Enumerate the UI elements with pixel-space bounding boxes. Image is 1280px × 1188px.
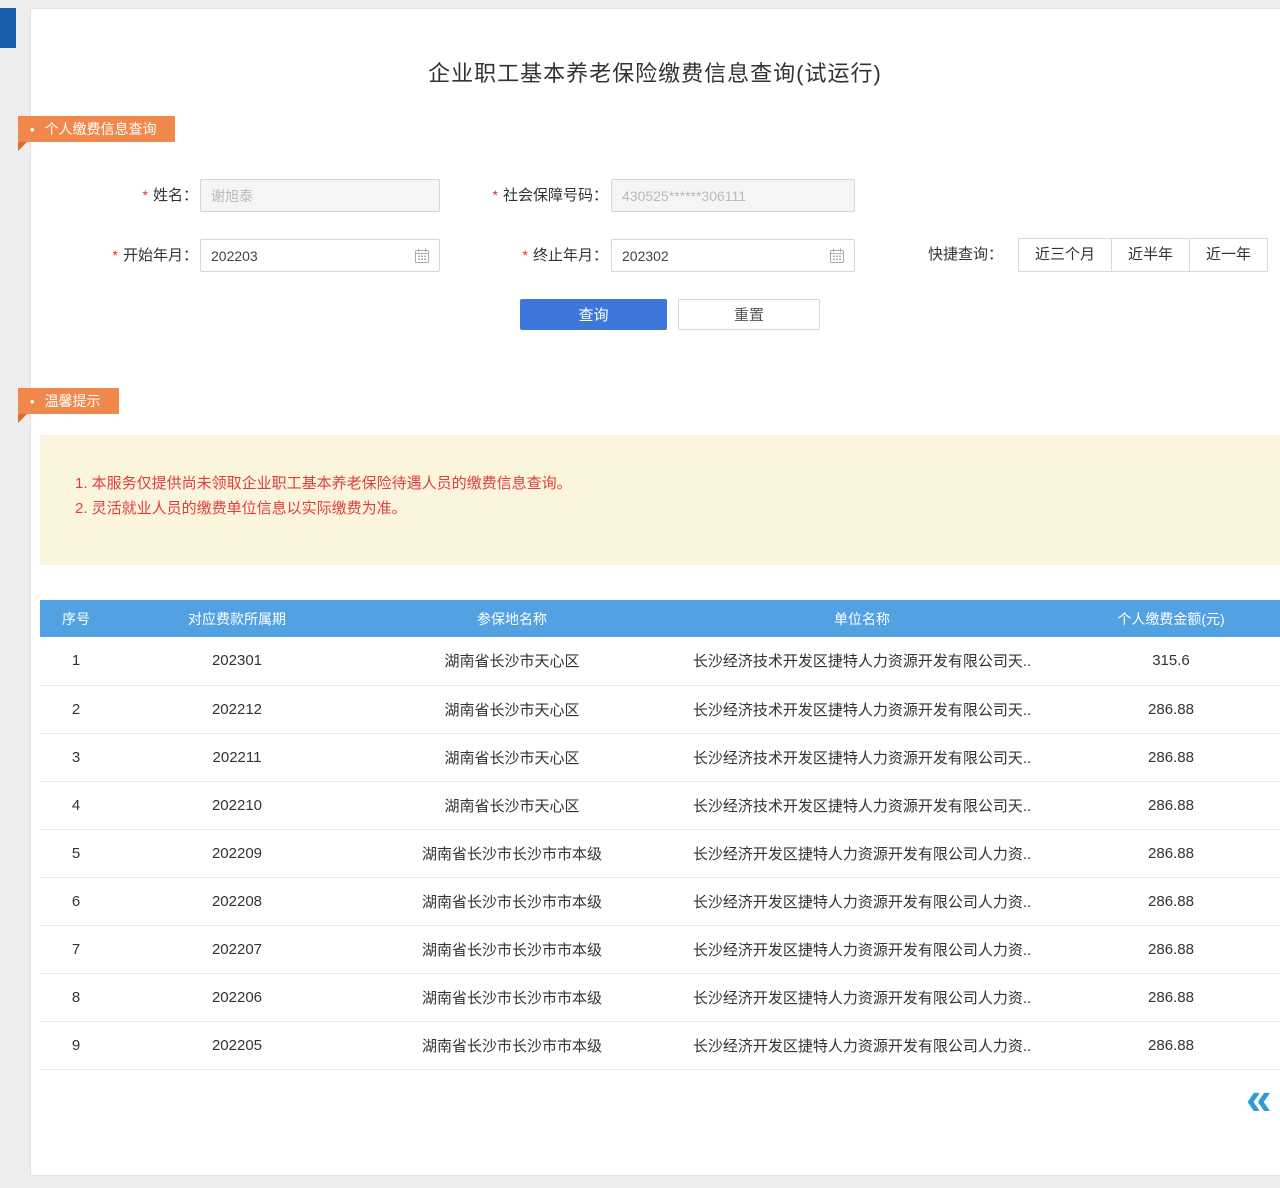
cell-company: 长沙经济开发区捷特人力资源开发有限公司人力资.. [662, 877, 1062, 925]
cell-company: 长沙经济技术开发区捷特人力资源开发有限公司天.. [662, 733, 1062, 781]
calendar-icon[interactable] [414, 248, 430, 264]
end-month-field[interactable] [611, 239, 855, 272]
cell-insured-area: 湖南省长沙市天心区 [362, 781, 662, 829]
table-row: 7202207湖南省长沙市长沙市市本级长沙经济开发区捷特人力资源开发有限公司人力… [40, 925, 1280, 973]
start-month-label: *开始年月： [60, 239, 198, 272]
cell-period: 202206 [112, 973, 362, 1021]
notice-line-2: 2. 灵活就业人员的缴费单位信息以实际缴费为准。 [75, 496, 1280, 521]
section-badge-tips: • 温馨提示 [18, 388, 119, 414]
cell-company: 长沙经济开发区捷特人力资源开发有限公司人力资.. [662, 973, 1062, 1021]
cell-company: 长沙经济技术开发区捷特人力资源开发有限公司天.. [662, 637, 1062, 685]
cell-insured-area: 湖南省长沙市天心区 [362, 637, 662, 685]
cell-period: 202301 [112, 637, 362, 685]
quick-query-last-3-months-button[interactable]: 近三个月 [1018, 238, 1112, 272]
cell-seq: 8 [40, 973, 112, 1021]
cell-amount: 286.88 [1062, 877, 1280, 925]
header-period: 对应费款所属期 [112, 600, 362, 637]
cell-seq: 6 [40, 877, 112, 925]
required-asterisk: * [523, 247, 528, 263]
payment-records-table: 序号 对应费款所属期 参保地名称 单位名称 个人缴费金额(元) 1202301湖… [40, 600, 1280, 1070]
cell-insured-area: 湖南省长沙市天心区 [362, 733, 662, 781]
required-asterisk: * [143, 187, 148, 203]
table-row: 4202210湖南省长沙市天心区长沙经济技术开发区捷特人力资源开发有限公司天..… [40, 781, 1280, 829]
cell-seq: 7 [40, 925, 112, 973]
table-header: 序号 对应费款所属期 参保地名称 单位名称 个人缴费金额(元) [40, 600, 1280, 637]
quick-query-last-year-button[interactable]: 近一年 [1189, 238, 1268, 272]
section-badge-label: 温馨提示 [45, 393, 101, 409]
quick-query-label: 快捷查询： [928, 238, 1003, 272]
table-row: 6202208湖南省长沙市长沙市市本级长沙经济开发区捷特人力资源开发有限公司人力… [40, 877, 1280, 925]
collapse-chevron-icon[interactable]: « [1246, 1075, 1272, 1121]
badge-fold-decoration [18, 414, 27, 423]
cell-seq: 9 [40, 1021, 112, 1069]
cell-insured-area: 湖南省长沙市长沙市市本级 [362, 877, 662, 925]
cell-company: 长沙经济技术开发区捷特人力资源开发有限公司天.. [662, 781, 1062, 829]
ssn-field [611, 179, 855, 212]
calendar-icon[interactable] [829, 248, 845, 264]
cell-company: 长沙经济开发区捷特人力资源开发有限公司人力资.. [662, 1021, 1062, 1069]
cell-period: 202212 [112, 685, 362, 733]
start-month-field[interactable] [200, 239, 440, 272]
cell-period: 202210 [112, 781, 362, 829]
table-row: 1202301湖南省长沙市天心区长沙经济技术开发区捷特人力资源开发有限公司天..… [40, 637, 1280, 685]
cell-amount: 286.88 [1062, 685, 1280, 733]
cell-seq: 3 [40, 733, 112, 781]
cell-company: 长沙经济开发区捷特人力资源开发有限公司人力资.. [662, 829, 1062, 877]
cell-seq: 4 [40, 781, 112, 829]
name-field [200, 179, 440, 212]
name-label: *姓名： [60, 179, 198, 212]
cell-period: 202205 [112, 1021, 362, 1069]
cell-insured-area: 湖南省长沙市长沙市市本级 [362, 1021, 662, 1069]
table-body: 1202301湖南省长沙市天心区长沙经济技术开发区捷特人力资源开发有限公司天..… [40, 637, 1280, 1069]
table-row: 2202212湖南省长沙市天心区长沙经济技术开发区捷特人力资源开发有限公司天..… [40, 685, 1280, 733]
query-button[interactable]: 查询 [520, 299, 667, 330]
cell-insured-area: 湖南省长沙市长沙市市本级 [362, 973, 662, 1021]
table-row: 8202206湖南省长沙市长沙市市本级长沙经济开发区捷特人力资源开发有限公司人力… [40, 973, 1280, 1021]
page-title: 企业职工基本养老保险缴费信息查询(试运行) [30, 56, 1280, 88]
quick-query-group: 近三个月 近半年 近一年 [1018, 238, 1268, 272]
cell-period: 202209 [112, 829, 362, 877]
header-company: 单位名称 [662, 600, 1062, 637]
cell-seq: 1 [40, 637, 112, 685]
cell-period: 202207 [112, 925, 362, 973]
header-insured-area: 参保地名称 [362, 600, 662, 637]
cell-amount: 286.88 [1062, 973, 1280, 1021]
cell-insured-area: 湖南省长沙市长沙市市本级 [362, 925, 662, 973]
ssn-label: *社会保障号码： [448, 179, 608, 212]
cell-amount: 286.88 [1062, 781, 1280, 829]
end-month-label: *终止年月： [448, 239, 608, 272]
table-row: 9202205湖南省长沙市长沙市市本级长沙经济开发区捷特人力资源开发有限公司人力… [40, 1021, 1280, 1069]
section-badge-personal-payment-query: • 个人缴费信息查询 [18, 116, 175, 142]
section-badge-label: 个人缴费信息查询 [45, 121, 157, 137]
cell-seq: 5 [40, 829, 112, 877]
notice-box: 1. 本服务仅提供尚未领取企业职工基本养老保险待遇人员的缴费信息查询。 2. 灵… [40, 435, 1280, 565]
header-amount: 个人缴费金额(元) [1062, 600, 1280, 637]
reset-button[interactable]: 重置 [678, 299, 820, 330]
cell-company: 长沙经济开发区捷特人力资源开发有限公司人力资.. [662, 925, 1062, 973]
cell-seq: 2 [40, 685, 112, 733]
cell-period: 202208 [112, 877, 362, 925]
bullet-icon: • [30, 394, 35, 409]
table-row: 5202209湖南省长沙市长沙市市本级长沙经济开发区捷特人力资源开发有限公司人力… [40, 829, 1280, 877]
cell-period: 202211 [112, 733, 362, 781]
cell-amount: 315.6 [1062, 637, 1280, 685]
side-tab[interactable] [0, 8, 16, 48]
table-row: 3202211湖南省长沙市天心区长沙经济技术开发区捷特人力资源开发有限公司天..… [40, 733, 1280, 781]
cell-company: 长沙经济技术开发区捷特人力资源开发有限公司天.. [662, 685, 1062, 733]
required-asterisk: * [113, 247, 118, 263]
quick-query-last-half-year-button[interactable]: 近半年 [1111, 238, 1190, 272]
cell-insured-area: 湖南省长沙市天心区 [362, 685, 662, 733]
cell-amount: 286.88 [1062, 733, 1280, 781]
required-asterisk: * [493, 187, 498, 203]
badge-fold-decoration [18, 142, 27, 151]
cell-amount: 286.88 [1062, 1021, 1280, 1069]
notice-line-1: 1. 本服务仅提供尚未领取企业职工基本养老保险待遇人员的缴费信息查询。 [75, 471, 1280, 496]
cell-amount: 286.88 [1062, 829, 1280, 877]
header-seq: 序号 [40, 600, 112, 637]
bullet-icon: • [30, 122, 35, 137]
cell-insured-area: 湖南省长沙市长沙市市本级 [362, 829, 662, 877]
cell-amount: 286.88 [1062, 925, 1280, 973]
